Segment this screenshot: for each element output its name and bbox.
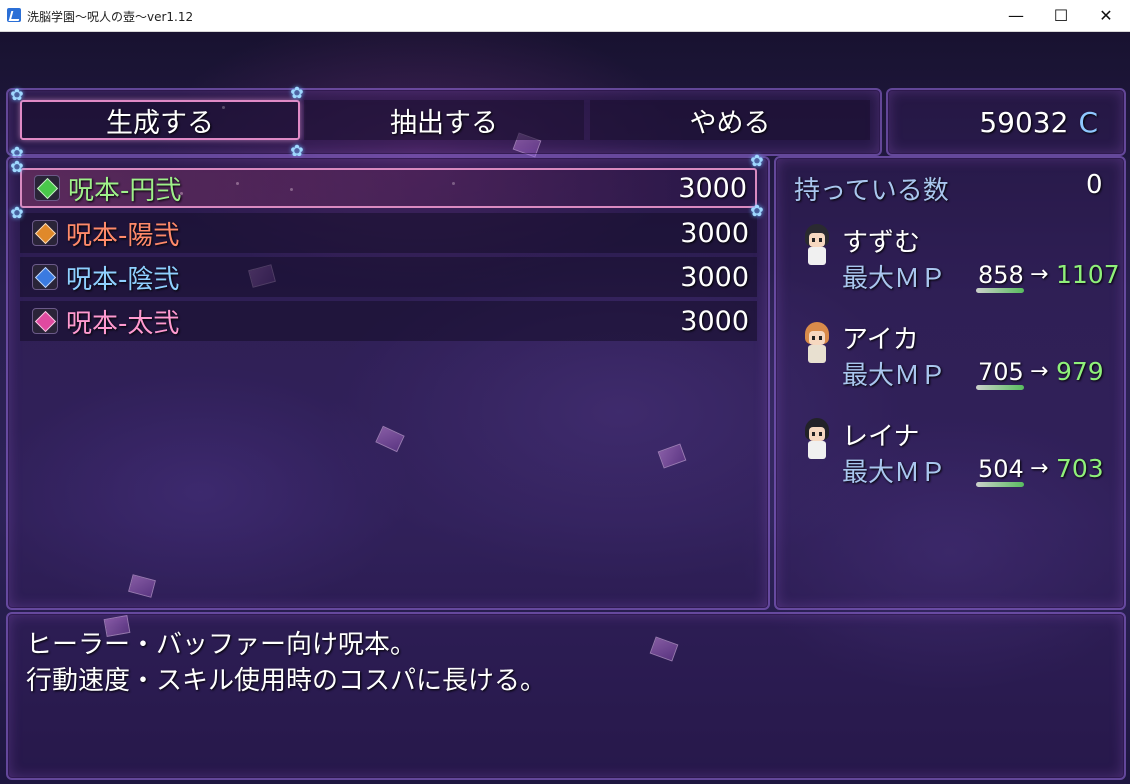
ornament-icon: ✿ — [750, 151, 764, 170]
actor-sprite — [802, 418, 832, 462]
stat-label: 最大ＭＰ — [842, 264, 947, 294]
actor-name: アイカ — [842, 325, 919, 355]
ornament-icon: ✿ — [10, 157, 24, 176]
gold-amount: 59032 — [979, 106, 1069, 139]
command-cancel-label: やめる — [689, 107, 771, 139]
stat-new-value: 1107 — [1056, 260, 1120, 289]
command-extract[interactable]: 抽出する — [304, 100, 584, 140]
arrow-icon: → — [1030, 262, 1049, 287]
actor-name: レイナ — [842, 422, 920, 452]
ornament-icon: ✿ — [750, 201, 764, 220]
pink-book-icon — [32, 308, 58, 334]
blue-book-icon — [32, 264, 58, 290]
arrow-icon: → — [1030, 456, 1049, 481]
stat-old-value: 858 — [976, 261, 1024, 293]
list-item[interactable]: 呪本-円弐 3000 — [20, 168, 757, 208]
window-title: 洗脳学園～呪人の壺～ver1.12 — [27, 10, 194, 24]
stat-label: 最大ＭＰ — [842, 361, 947, 391]
item-name: 呪本-円弐 — [68, 175, 182, 206]
stat-new-value: 703 — [1056, 454, 1104, 483]
possession-count: 0 — [1086, 170, 1103, 200]
gold-unit: C — [1078, 106, 1098, 139]
list-item[interactable]: 呪本-陰弐 3000 — [20, 257, 757, 297]
maximize-button[interactable]: ☐ — [1038, 0, 1084, 31]
help-text-line-1: ヒーラー・バッファー向け呪本。 — [26, 630, 417, 660]
ornament-icon: ✿ — [290, 83, 304, 102]
list-item[interactable]: 呪本-太弐 3000 — [20, 301, 757, 341]
arrow-icon: → — [1030, 359, 1049, 384]
command-cursor — [20, 100, 300, 140]
window-titlebar: 洗脳学園～呪人の壺～ver1.12 — ☐ ✕ — [0, 0, 1130, 32]
gold-display: 59032 C — [979, 106, 1098, 139]
item-price: 3000 — [680, 217, 749, 249]
close-button[interactable]: ✕ — [1083, 0, 1129, 31]
help-text-line-2: 行動速度・スキル使用時のコスパに長ける。 — [26, 666, 547, 696]
stat-label: 最大ＭＰ — [842, 458, 947, 488]
stat-old-value: 705 — [976, 358, 1024, 390]
item-price: 3000 — [680, 261, 749, 293]
ornament-icon: ✿ — [10, 85, 24, 104]
item-name: 呪本-陰弐 — [66, 264, 180, 295]
stat-new-value: 979 — [1056, 357, 1104, 386]
item-price: 3000 — [678, 172, 747, 204]
gold-window: 59032 C — [886, 88, 1126, 156]
item-price: 3000 — [680, 305, 749, 337]
stat-old-value: 504 — [976, 455, 1024, 487]
command-extract-label: 抽出する — [390, 107, 498, 139]
game-screen: 生成する 抽出する やめる ✿ ✿ ✿ ✿ 59032 C 呪本-円弐 3000 … — [0, 32, 1130, 784]
actor-sprite — [802, 322, 832, 366]
orange-book-icon — [32, 220, 58, 246]
list-item[interactable]: 呪本-陽弐 3000 — [20, 213, 757, 253]
actor-name: すずむ — [842, 228, 921, 258]
possession-label: 持っている数 — [794, 176, 949, 206]
command-cancel[interactable]: やめる — [590, 100, 870, 140]
ornament-icon: ✿ — [10, 203, 24, 222]
item-name: 呪本-太弐 — [66, 308, 180, 339]
minimize-button[interactable]: — — [993, 0, 1039, 31]
actor-sprite — [802, 224, 832, 268]
item-name: 呪本-陽弐 — [66, 220, 180, 251]
green-book-icon — [34, 175, 60, 201]
app-icon — [7, 8, 21, 22]
